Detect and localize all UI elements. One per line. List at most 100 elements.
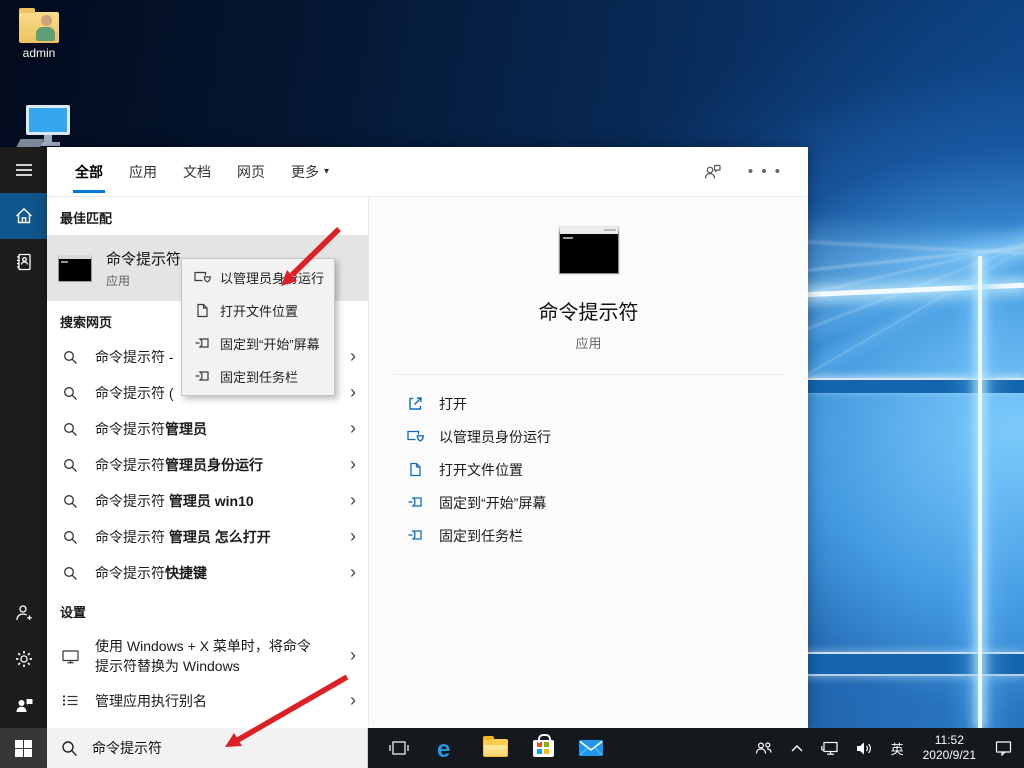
feedback-icon: [14, 695, 34, 715]
best-match-title: 命令提示符: [106, 248, 181, 269]
chevron-right-icon[interactable]: ›: [350, 527, 356, 547]
tray-network-button[interactable]: [816, 728, 844, 768]
cmd-app-icon: [58, 255, 92, 282]
chevron-right-icon[interactable]: ›: [350, 383, 356, 403]
tray-volume-button[interactable]: [851, 728, 879, 768]
chevron-right-icon[interactable]: ›: [350, 646, 356, 666]
hamburger-icon: [14, 160, 34, 180]
search-icon: [61, 740, 78, 757]
search-left-rail: [0, 147, 47, 728]
desktop-icon-this-pc[interactable]: [18, 105, 78, 146]
best-match-header: 最佳匹配: [47, 197, 368, 235]
edge-icon: e: [434, 735, 460, 761]
microsoft-store-button[interactable]: [526, 728, 560, 768]
tab-more[interactable]: 更多▾: [291, 147, 329, 197]
context-menu-open-file-location[interactable]: 打开文件位置: [182, 294, 334, 327]
search-tabs-row: 全部 应用 文档 网页 更多▾ • • •: [47, 147, 808, 197]
folder-icon: [483, 739, 508, 757]
detail-subtitle: 应用: [369, 333, 808, 352]
desktop-icon-admin-folder[interactable]: admin: [12, 12, 66, 60]
detail-title: 命令提示符: [369, 296, 808, 325]
search-icon: [63, 350, 78, 365]
rail-home-button[interactable]: [0, 193, 47, 239]
mail-envelope-icon: [578, 738, 604, 758]
edge-browser-button[interactable]: e: [430, 728, 464, 768]
person-add-icon: [14, 603, 34, 623]
rail-account-button[interactable]: [0, 590, 47, 636]
clock-date: 2020/9/21: [923, 748, 976, 763]
divider: [393, 374, 784, 375]
context-menu-run-as-admin[interactable]: 以管理员身份运行: [182, 261, 334, 294]
tab-documents[interactable]: 文档: [183, 147, 211, 197]
context-menu: 以管理员身份运行 打开文件位置 固定到“开始”屏幕 固定到任务栏: [181, 258, 335, 396]
chevron-right-icon[interactable]: ›: [350, 691, 356, 711]
search-icon: [63, 566, 78, 581]
action-pin-to-start[interactable]: 固定到“开始”屏幕: [369, 486, 808, 519]
search-input[interactable]: [92, 740, 312, 756]
speaker-icon: [856, 741, 874, 756]
svg-text:e: e: [437, 736, 450, 761]
web-suggestion-row[interactable]: 命令提示符 管理员 win10 ›: [47, 483, 368, 519]
start-button[interactable]: [0, 728, 47, 768]
rail-feedback-button[interactable]: [0, 682, 47, 728]
action-center-icon: [995, 740, 1013, 756]
settings-result-row[interactable]: 管理应用执行别名 ›: [47, 684, 368, 718]
clock-time: 11:52: [923, 733, 976, 748]
context-menu-pin-to-start[interactable]: 固定到“开始”屏幕: [182, 327, 334, 360]
action-pin-to-taskbar[interactable]: 固定到任务栏: [369, 519, 808, 552]
computer-icon: [26, 105, 70, 135]
rail-settings-button[interactable]: [0, 636, 47, 682]
tab-all[interactable]: 全部: [75, 147, 103, 197]
file-location-icon: [409, 462, 422, 477]
user-folder-icon: [19, 12, 59, 43]
more-options-icon[interactable]: • • •: [748, 163, 782, 180]
cmd-app-icon-large: [559, 227, 619, 274]
run-as-admin-shield-icon: [407, 430, 424, 444]
file-location-icon: [196, 303, 209, 318]
context-menu-pin-to-taskbar[interactable]: 固定到任务栏: [182, 360, 334, 393]
search-icon: [63, 494, 78, 509]
search-icon: [63, 422, 78, 437]
best-match-subtitle: 应用: [106, 272, 181, 289]
chevron-right-icon[interactable]: ›: [350, 491, 356, 511]
desktop-icon-label: admin: [12, 46, 66, 60]
taskbar-clock[interactable]: 11:52 2020/9/21: [916, 733, 983, 763]
mail-button[interactable]: [574, 728, 608, 768]
chevron-right-icon[interactable]: ›: [350, 347, 356, 367]
tab-apps[interactable]: 应用: [129, 147, 157, 197]
chevron-right-icon[interactable]: ›: [350, 419, 356, 439]
hamburger-menu-button[interactable]: [0, 147, 47, 193]
tray-show-hidden-icons-button[interactable]: [785, 728, 809, 768]
search-icon: [63, 458, 78, 473]
taskbar-search-box[interactable]: [47, 728, 368, 768]
search-flyout-panel: 全部 应用 文档 网页 更多▾ • • • 最佳匹配 命令提示符 应用 搜索网页…: [47, 147, 808, 728]
task-view-button[interactable]: [382, 728, 416, 768]
web-suggestion-row[interactable]: 命令提示符管理员 ›: [47, 411, 368, 447]
action-center-button[interactable]: [990, 728, 1018, 768]
web-suggestion-row[interactable]: 命令提示符快捷键 ›: [47, 555, 368, 591]
rail-journal-button[interactable]: [0, 239, 47, 285]
tab-web[interactable]: 网页: [237, 147, 265, 197]
people-icon: [755, 740, 773, 756]
taskbar: e 英 11:52 2020/9/21: [0, 728, 1024, 768]
action-open-file-location[interactable]: 打开文件位置: [369, 453, 808, 486]
home-icon: [14, 206, 34, 226]
settings-result-row[interactable]: 使用 Windows + X 菜单时，将命令提示符替换为 Windows ›: [47, 629, 368, 684]
chevron-right-icon[interactable]: ›: [350, 563, 356, 583]
file-explorer-button[interactable]: [478, 728, 512, 768]
result-detail-pane: 命令提示符 应用 打开 以管理员身份运行 打开文件位置 固定到“开始”屏幕: [368, 197, 808, 727]
web-suggestion-row[interactable]: 命令提示符 管理员 怎么打开 ›: [47, 519, 368, 555]
chevron-down-icon: ▾: [324, 166, 329, 177]
windows-logo-icon: [15, 740, 32, 757]
feedback-icon[interactable]: [703, 162, 722, 181]
action-run-as-admin[interactable]: 以管理员身份运行: [369, 420, 808, 453]
task-view-icon: [389, 739, 409, 757]
list-icon: [62, 693, 79, 708]
action-open[interactable]: 打开: [369, 387, 808, 420]
settings-header: 设置: [47, 591, 368, 629]
tray-people-button[interactable]: [750, 728, 778, 768]
ime-language-indicator[interactable]: 英: [886, 728, 909, 768]
chevron-right-icon[interactable]: ›: [350, 455, 356, 475]
web-suggestion-row[interactable]: 命令提示符管理员身份运行 ›: [47, 447, 368, 483]
pin-icon: [195, 337, 210, 350]
